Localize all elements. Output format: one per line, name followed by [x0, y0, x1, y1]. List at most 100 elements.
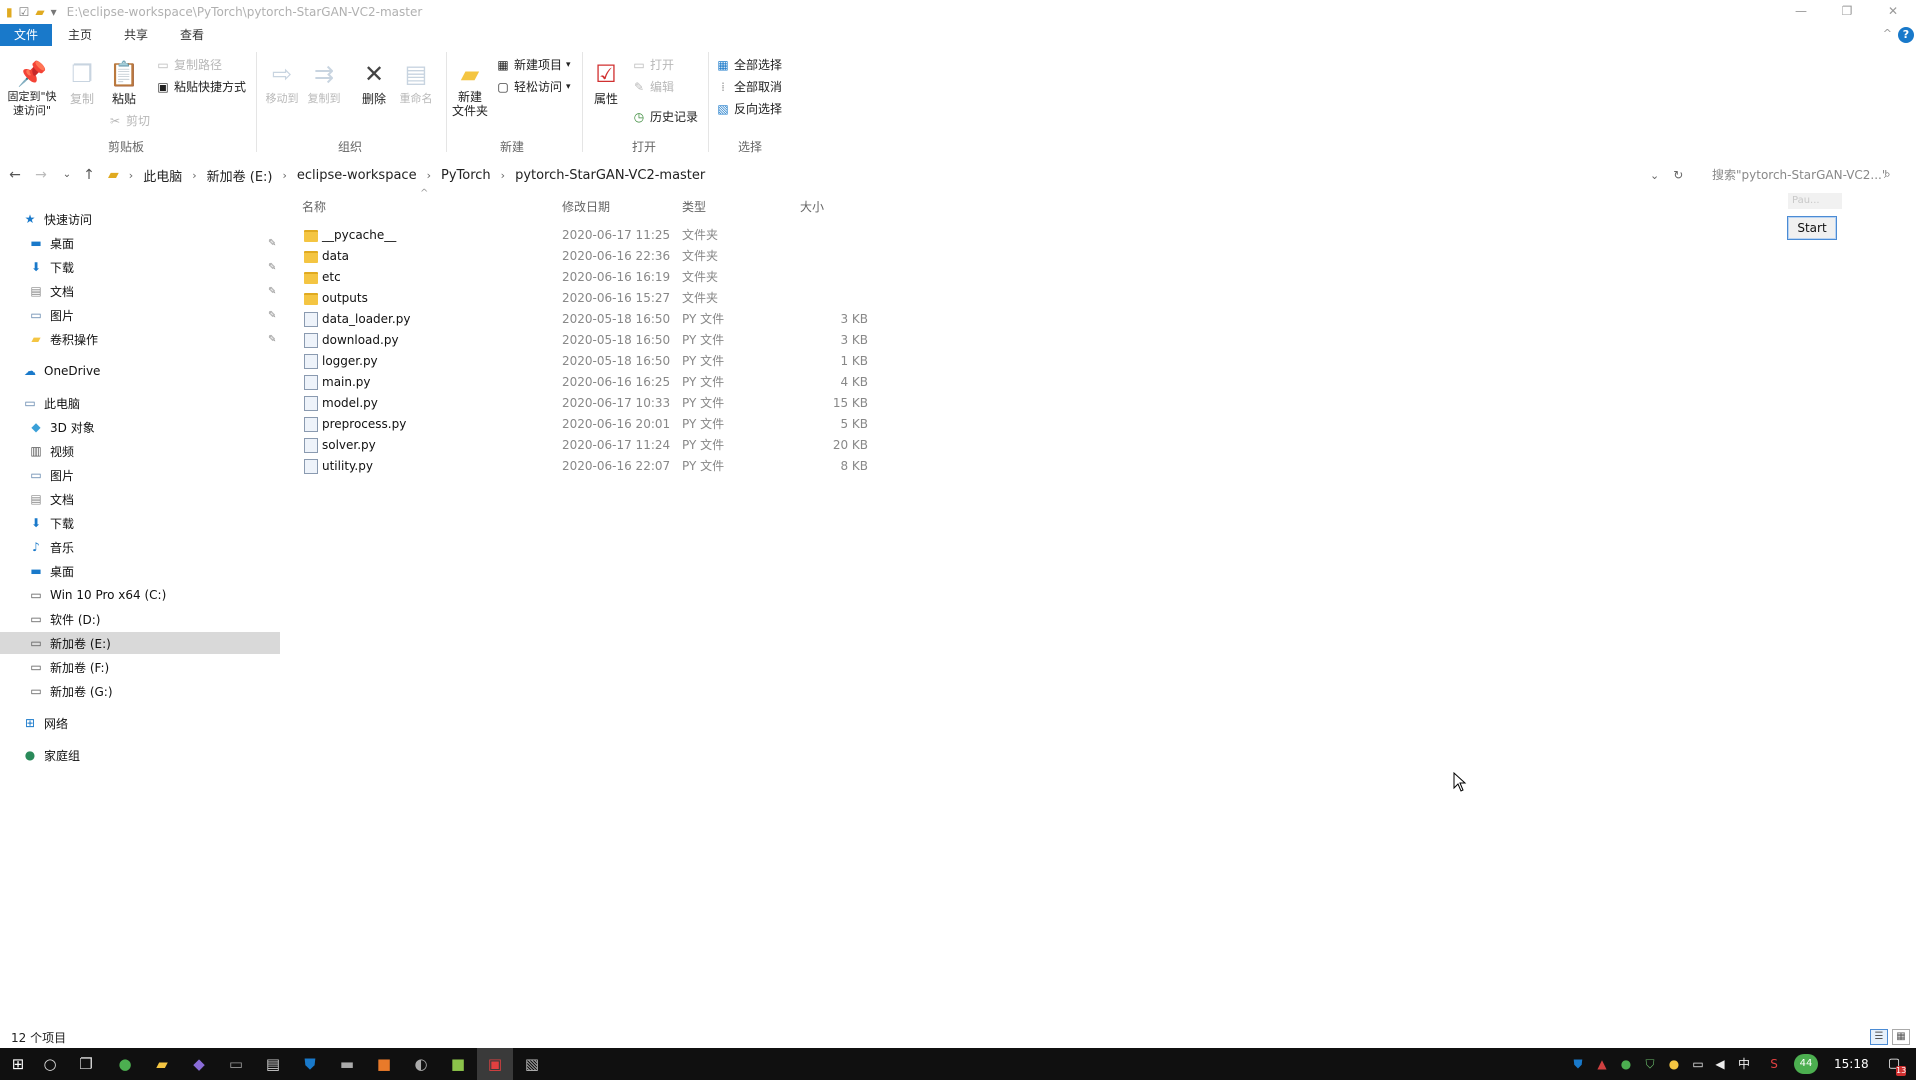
select-all-button[interactable]: ▦ 全部选择	[716, 56, 782, 73]
tray-pdf-icon[interactable]: ▲	[1592, 1048, 1612, 1080]
tab-home[interactable]: 主页	[52, 24, 108, 46]
rename-button[interactable]: ▤ 重命名	[396, 60, 436, 106]
nav-convolution[interactable]: ▰ 卷积操作 ✎	[0, 328, 280, 350]
search-input[interactable]: 搜索"pytorch-StarGAN-VC2..."	[1706, 164, 1902, 186]
chevron-right-icon[interactable]: ›	[282, 169, 286, 182]
cut-button[interactable]: ✂ 剪切	[108, 112, 150, 129]
search-circle-icon[interactable]: ○	[32, 1048, 68, 1080]
new-folder-quick-icon[interactable]: ▰	[35, 5, 44, 19]
open-button[interactable]: ▭ 打开	[632, 56, 674, 73]
windows-start-icon[interactable]: ⊞	[0, 1048, 36, 1080]
chevron-right-icon[interactable]: ›	[501, 169, 505, 182]
file-row[interactable]: utility.py 2020-06-16 22:07 PY 文件 8 KB	[298, 456, 878, 477]
tray-yellow-icon[interactable]: ●	[1664, 1048, 1684, 1080]
forward-arrow-icon[interactable]: →	[30, 162, 52, 188]
properties-button[interactable]: ☑ 属性	[588, 60, 624, 107]
edit-button[interactable]: ✎ 编辑	[632, 78, 674, 95]
nav-drive-f[interactable]: ▭ 新加卷 (F:)	[0, 656, 280, 678]
details-view-icon[interactable]: ☰	[1870, 1029, 1888, 1045]
file-row[interactable]: download.py 2020-05-18 16:50 PY 文件 3 KB	[298, 330, 878, 351]
nav-network[interactable]: ⊞ 网络	[0, 712, 280, 734]
file-row[interactable]: preprocess.py 2020-06-16 20:01 PY 文件 5 K…	[298, 414, 878, 435]
maximize-button[interactable]: ❐	[1824, 0, 1870, 22]
file-row[interactable]: logger.py 2020-05-18 16:50 PY 文件 1 KB	[298, 351, 878, 372]
breadcrumb-item[interactable]: 新加卷 (E:)	[207, 166, 273, 185]
chevron-right-icon[interactable]: ›	[192, 169, 196, 182]
move-to-button[interactable]: ⇨ 移动到	[262, 60, 302, 106]
nav-pc-downloads[interactable]: ⬇ 下载	[0, 512, 280, 534]
browser-icon[interactable]: ●	[107, 1048, 143, 1080]
file-row[interactable]: data 2020-06-16 22:36 文件夹	[298, 246, 878, 267]
start-button[interactable]: Start	[1787, 216, 1837, 240]
shield-icon[interactable]: ⛊	[292, 1048, 328, 1080]
minimize-button[interactable]: —	[1778, 0, 1824, 22]
refresh-icon[interactable]: ↻	[1673, 168, 1683, 182]
help-icon[interactable]: ?	[1898, 27, 1914, 43]
breadcrumb-item[interactable]: pytorch-StarGAN-VC2-master	[515, 168, 705, 183]
task-view-icon[interactable]: ❐	[68, 1048, 104, 1080]
file-explorer-taskbar-icon[interactable]: ▰	[144, 1048, 180, 1080]
column-header-size[interactable]: 大小	[800, 196, 824, 218]
nav-downloads[interactable]: ⬇ 下载 ✎	[0, 256, 280, 278]
nav-this-pc[interactable]: ▭ 此电脑	[0, 392, 280, 414]
nav-pc-pictures[interactable]: ▭ 图片	[0, 464, 280, 486]
nav-drive-g[interactable]: ▭ 新加卷 (G:)	[0, 680, 280, 702]
delete-button[interactable]: ✕ 删除	[356, 60, 392, 107]
file-row[interactable]: outputs 2020-06-16 15:27 文件夹	[298, 288, 878, 309]
column-header-date[interactable]: 修改日期	[562, 196, 610, 218]
breadcrumb-item[interactable]: PyTorch	[441, 168, 491, 183]
new-folder-button[interactable]: ▰ 新建 文件夹	[450, 60, 490, 118]
clock[interactable]: 15:18	[1834, 1048, 1869, 1080]
history-button[interactable]: ◷ 历史记录	[632, 108, 698, 125]
breadcrumb-item[interactable]: 此电脑	[143, 166, 182, 185]
up-arrow-icon[interactable]: ↑	[78, 162, 100, 188]
column-header-type[interactable]: 类型	[682, 196, 706, 218]
nav-pictures[interactable]: ▭ 图片 ✎	[0, 304, 280, 326]
nav-pc-documents[interactable]: ▤ 文档	[0, 488, 280, 510]
nav-documents[interactable]: ▤ 文档 ✎	[0, 280, 280, 302]
new-item-dropdown[interactable]: ▦ 新建项目 ▾	[496, 56, 570, 73]
large-icons-view-icon[interactable]: ▦	[1892, 1029, 1910, 1045]
customize-toolbar-icon[interactable]: ▾	[51, 5, 57, 19]
nav-drive-d[interactable]: ▭ 软件 (D:)	[0, 608, 280, 630]
nav-desktop[interactable]: ▬ 桌面 ✎	[0, 232, 280, 254]
tab-view[interactable]: 查看	[164, 24, 220, 46]
file-row[interactable]: __pycache__ 2020-06-17 11:25 文件夹	[298, 225, 878, 246]
file-row[interactable]: main.py 2020-06-16 16:25 PY 文件 4 KB	[298, 372, 878, 393]
app-red-active-icon[interactable]: ▣	[477, 1048, 513, 1080]
tray-security-icon[interactable]: ⛉	[1640, 1048, 1660, 1080]
pin-quick-access-button[interactable]: 📌 固定到"快速访问"	[4, 60, 60, 118]
folder-dark-icon[interactable]: ▬	[329, 1048, 365, 1080]
file-row[interactable]: data_loader.py 2020-05-18 16:50 PY 文件 3 …	[298, 309, 878, 330]
nav-drive-e[interactable]: ▭ 新加卷 (E:)	[0, 632, 280, 654]
tray-wechat-icon[interactable]: ●	[1616, 1048, 1636, 1080]
app-window-icon[interactable]: ▭	[218, 1048, 254, 1080]
select-none-button[interactable]: ⁞ 全部取消	[716, 78, 782, 95]
easy-access-dropdown[interactable]: ▢ 轻松访问 ▾	[496, 78, 570, 95]
nav-drive-c[interactable]: ▭ Win 10 Pro x64 (C:)	[0, 584, 280, 606]
nav-pc-desktop[interactable]: ▬ 桌面	[0, 560, 280, 582]
collapse-ribbon-icon[interactable]: ^	[1883, 27, 1892, 40]
terminal-icon[interactable]: ▤	[255, 1048, 291, 1080]
nav-onedrive[interactable]: ☁ OneDrive	[0, 360, 280, 382]
copy-to-button[interactable]: ⇉ 复制到	[304, 60, 344, 106]
tray-volume-icon[interactable]: ◀	[1710, 1048, 1730, 1080]
app-doc-icon[interactable]: ▧	[514, 1048, 550, 1080]
file-row[interactable]: solver.py 2020-06-17 11:24 PY 文件 20 KB	[298, 435, 878, 456]
ime-indicator[interactable]: 中	[1734, 1048, 1754, 1080]
app-green-icon[interactable]: ■	[440, 1048, 476, 1080]
search-icon[interactable]: ⌕	[1884, 167, 1916, 182]
breadcrumb-item[interactable]: eclipse-workspace	[297, 168, 417, 183]
notification-center-icon[interactable]: ▢ 13	[1884, 1054, 1906, 1076]
copy-button[interactable]: ❐ 复制	[64, 60, 100, 107]
tab-file[interactable]: 文件	[0, 24, 53, 46]
nav-quick-access[interactable]: ★ 快速访问	[0, 208, 280, 230]
file-row[interactable]: model.py 2020-06-17 10:33 PY 文件 15 KB	[298, 393, 878, 414]
copy-path-button[interactable]: ▭ 复制路径	[156, 56, 222, 73]
chevron-right-icon[interactable]: ›	[427, 169, 431, 182]
tab-share[interactable]: 共享	[108, 24, 164, 46]
tray-network-icon[interactable]: ▭	[1688, 1048, 1708, 1080]
column-header-name[interactable]: 名称	[302, 196, 326, 218]
nav-homegroup[interactable]: ● 家庭组	[0, 744, 280, 766]
invert-selection-button[interactable]: ▧ 反向选择	[716, 100, 782, 117]
